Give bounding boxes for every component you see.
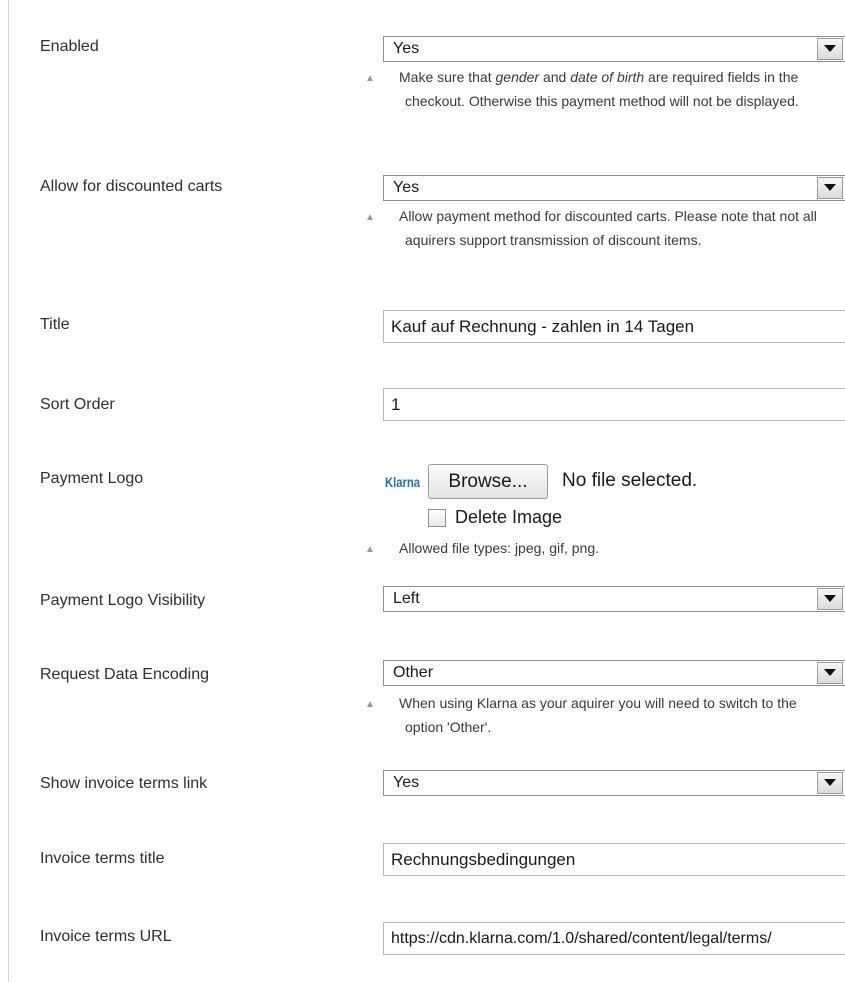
logo-visibility-select[interactable]: Left xyxy=(383,586,845,612)
chevron-down-icon[interactable] xyxy=(817,662,843,684)
discounted-note: ▲ Allow payment method for discounted car… xyxy=(365,208,817,248)
title-value: Kauf auf Rechnung - zahlen in 14 Tagen xyxy=(391,317,695,336)
discounted-value: Yes xyxy=(393,179,420,196)
invoice-url-input[interactable]: https://cdn.klarna.com/1.0/shared/conten… xyxy=(383,922,845,955)
panel-border xyxy=(8,0,9,982)
sort-order-input[interactable]: 1 xyxy=(383,388,845,421)
triangle-up-icon: ▲ xyxy=(365,212,375,223)
encoding-select[interactable]: Other xyxy=(383,660,845,686)
invoice-link-select[interactable]: Yes xyxy=(383,770,845,796)
enabled-select[interactable]: Yes xyxy=(383,36,845,62)
svg-text:Klarna: Klarna xyxy=(385,474,420,490)
chevron-down-icon[interactable] xyxy=(817,38,843,60)
invoice-title-label: Invoice terms title xyxy=(40,850,165,867)
invoice-url-value: https://cdn.klarna.com/1.0/shared/conten… xyxy=(391,930,772,947)
sort-order-value: 1 xyxy=(391,395,401,414)
browse-button[interactable]: Browse... xyxy=(428,464,548,499)
encoding-label: Request Data Encoding xyxy=(40,666,209,683)
invoice-title-value: Rechnungsbedingungen xyxy=(391,850,576,869)
enabled-note: ▲ Make sure that gender and date of birth… xyxy=(365,69,799,109)
payment-logo-note: ▲ Allowed file types: jpeg, gif, png. xyxy=(365,537,835,561)
logo-visibility-label: Payment Logo Visibility xyxy=(40,592,206,609)
enabled-label: Enabled xyxy=(40,38,99,55)
triangle-up-icon: ▲ xyxy=(365,544,375,555)
invoice-link-label: Show invoice terms link xyxy=(40,775,208,792)
invoice-url-label: Invoice terms URL xyxy=(40,928,172,945)
invoice-title-input[interactable]: Rechnungsbedingungen xyxy=(383,843,845,876)
chevron-down-icon[interactable] xyxy=(817,772,843,794)
logo-visibility-value: Left xyxy=(393,590,420,607)
chevron-down-icon[interactable] xyxy=(817,588,843,610)
title-label: Title xyxy=(40,316,70,333)
payment-logo-label: Payment Logo xyxy=(40,470,144,487)
discounted-select[interactable]: Yes xyxy=(383,175,845,201)
encoding-value: Other xyxy=(393,664,434,681)
chevron-down-icon[interactable] xyxy=(817,177,843,199)
enabled-value: Yes xyxy=(393,40,420,57)
delete-image-checkbox[interactable] xyxy=(428,509,446,527)
triangle-up-icon: ▲ xyxy=(365,699,375,710)
discounted-label: Allow for discounted carts xyxy=(40,178,223,195)
encoding-note: ▲ When using Klarna as your aquirer you w… xyxy=(365,695,797,735)
title-input[interactable]: Kauf auf Rechnung - zahlen in 14 Tagen xyxy=(383,310,845,343)
no-file-text: No file selected. xyxy=(562,470,698,491)
invoice-link-value: Yes xyxy=(393,774,420,791)
delete-image-label[interactable]: Delete Image xyxy=(455,507,562,528)
sort-order-label: Sort Order xyxy=(40,396,115,413)
klarna-logo: Klarna xyxy=(385,474,420,490)
triangle-up-icon: ▲ xyxy=(365,73,375,84)
